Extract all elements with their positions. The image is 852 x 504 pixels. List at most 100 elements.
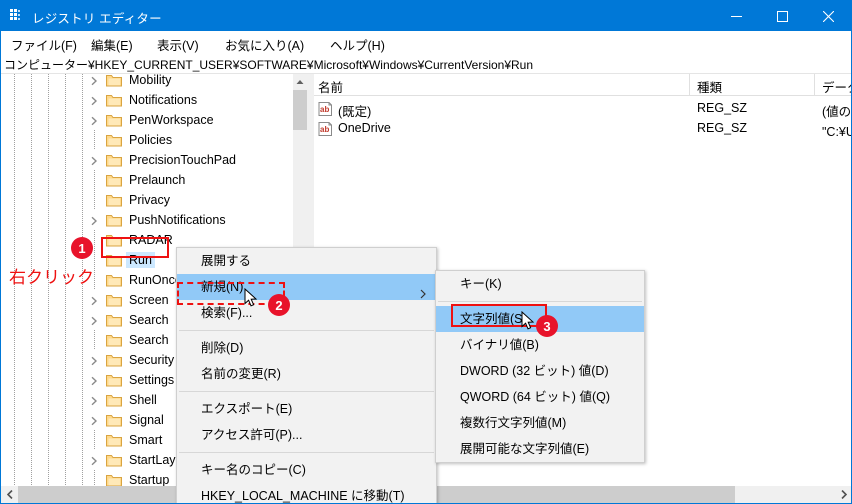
tree-guide <box>31 290 32 310</box>
annotation-right-click-label: 右クリック <box>9 268 94 287</box>
tree-guide <box>48 170 49 190</box>
tree-guide <box>65 330 66 350</box>
tree-guide <box>65 210 66 230</box>
tree-guide <box>14 90 15 110</box>
tree-item-penworkspace[interactable]: PenWorkspace <box>1 110 293 130</box>
context-menu-item-label: 展開する <box>201 254 252 268</box>
tree-guide <box>31 170 32 190</box>
tree-guide <box>14 430 15 450</box>
chevron-right-icon[interactable] <box>89 295 99 306</box>
chevron-right-icon[interactable] <box>89 95 99 106</box>
chevron-right-icon[interactable] <box>89 115 99 126</box>
submenu-item-4[interactable]: QWORD (64 ビット) 値(Q) <box>436 384 644 410</box>
chevron-right-icon[interactable] <box>89 375 99 386</box>
tree-guide <box>48 330 49 350</box>
tree-guide <box>94 190 95 210</box>
context-menu-item-7[interactable]: キー名のコピー(C) <box>177 457 436 483</box>
tree-guide <box>82 430 83 450</box>
tree-item-pushnotifications[interactable]: PushNotifications <box>1 210 293 230</box>
tree-guide <box>65 90 66 110</box>
tree-guide <box>48 230 49 250</box>
step-badge-3: 3 <box>536 315 558 337</box>
context-menu-item-3[interactable]: 削除(D) <box>177 335 436 361</box>
folder-icon <box>106 393 122 407</box>
new-item-submenu[interactable]: キー(K) 文字列値(S) バイナリ値(B) DWORD (32 ビット) 値(D) Q… <box>435 270 645 463</box>
menu-file[interactable]: ファイル(F) <box>7 34 81 55</box>
tree-guide <box>31 110 32 130</box>
scroll-right-icon[interactable] <box>835 486 851 503</box>
chevron-right-icon[interactable] <box>89 155 99 166</box>
tree-scroll-thumb[interactable] <box>293 90 307 130</box>
tree-guide <box>31 210 32 230</box>
tree-guide <box>94 430 95 450</box>
submenu-item-label: QWORD (64 ビット) 値(Q) <box>460 390 610 404</box>
tree-item-precisiontouchpad[interactable]: PrecisionTouchPad <box>1 150 293 170</box>
tree-guide <box>31 74 32 90</box>
context-menu-item-label: HKEY_LOCAL_MACHINE に移動(T) <box>201 489 405 503</box>
minimize-button[interactable] <box>713 1 759 31</box>
column-header-type[interactable]: 種類 <box>697 77 722 96</box>
tree-item-prelaunch[interactable]: Prelaunch <box>1 170 293 190</box>
tree-guide <box>94 170 95 190</box>
tree-guide <box>65 310 66 330</box>
context-menu-item-6[interactable]: アクセス許可(P)... <box>177 422 436 448</box>
scroll-up-icon[interactable] <box>293 74 307 90</box>
tree-item-mobility[interactable]: Mobility <box>1 74 293 90</box>
tree-item-label: PushNotifications <box>129 213 226 227</box>
context-menu-item-0[interactable]: 展開する <box>177 248 436 274</box>
submenu-item-2[interactable]: バイナリ値(B) <box>436 332 644 358</box>
maximize-button[interactable] <box>759 1 805 31</box>
close-button[interactable] <box>805 1 851 31</box>
menu-favorites[interactable]: お気に入り(A) <box>221 34 308 55</box>
tree-item-label: Startup <box>129 473 170 486</box>
tree-guide <box>14 110 15 130</box>
table-row[interactable]: ab (既定) REG_SZ (値の設定なし) <box>314 99 852 119</box>
folder-icon <box>106 413 122 427</box>
tree-guide <box>65 370 66 390</box>
chevron-right-icon[interactable] <box>89 75 99 86</box>
menu-view[interactable]: 表示(V) <box>153 34 203 55</box>
submenu-item-6[interactable]: 展開可能な文字列値(E) <box>436 436 644 462</box>
context-menu-item-8[interactable]: HKEY_LOCAL_MACHINE に移動(T) <box>177 483 436 503</box>
chevron-right-icon[interactable] <box>89 315 99 326</box>
tree-guide <box>14 290 15 310</box>
tree-guide <box>82 74 83 90</box>
value-data: "C:¥Users¥パソブル¥AppData¥ <box>822 125 852 139</box>
context-menu-separator <box>179 391 434 392</box>
submenu-item-0[interactable]: キー(K) <box>436 271 644 297</box>
submenu-item-3[interactable]: DWORD (32 ビット) 値(D) <box>436 358 644 384</box>
submenu-item-5[interactable]: 複数行文字列値(M) <box>436 410 644 436</box>
chevron-right-icon[interactable] <box>89 415 99 426</box>
address-bar[interactable]: コンピューター¥HKEY_CURRENT_USER¥SOFTWARE¥Micro… <box>1 53 851 74</box>
tree-item-label: Policies <box>129 133 173 147</box>
scroll-left-icon[interactable] <box>1 486 18 503</box>
tree-item-privacy[interactable]: Privacy <box>1 190 293 210</box>
chevron-right-icon[interactable] <box>89 455 99 466</box>
value-data: (値の設定なし) <box>822 105 852 119</box>
column-header-name[interactable]: 名前 <box>318 77 343 96</box>
chevron-right-icon[interactable] <box>89 215 99 226</box>
tree-guide <box>94 230 95 250</box>
table-row[interactable]: ab OneDrive REG_SZ "C:¥Users¥パソブル¥AppDat… <box>314 119 852 139</box>
tree-guide <box>65 470 66 486</box>
chevron-right-icon[interactable] <box>89 355 99 366</box>
context-menu-item-4[interactable]: 名前の変更(R) <box>177 361 436 387</box>
column-divider-2[interactable] <box>814 74 815 95</box>
column-divider-1[interactable] <box>689 74 690 95</box>
menu-edit[interactable]: 編集(E) <box>87 34 137 55</box>
tree-item-notifications[interactable]: Notifications <box>1 90 293 110</box>
tree-guide <box>48 110 49 130</box>
menu-bar: ファイル(F) 編集(E) 表示(V) お気に入り(A) ヘルプ(H) <box>1 31 851 53</box>
context-menu-item-5[interactable]: エクスポート(E) <box>177 396 436 422</box>
menu-help[interactable]: ヘルプ(H) <box>326 34 389 55</box>
tree-guide <box>94 250 95 270</box>
tree-guide <box>31 390 32 410</box>
tree-guide <box>65 410 66 430</box>
tree-guide <box>82 410 83 430</box>
submenu-item-label: バイナリ値(B) <box>460 338 539 352</box>
tree-item-policies[interactable]: Policies <box>1 130 293 150</box>
column-header-data[interactable]: データ <box>822 77 851 96</box>
value-type: REG_SZ <box>697 101 748 115</box>
tree-guide <box>14 470 15 486</box>
chevron-right-icon[interactable] <box>89 395 99 406</box>
